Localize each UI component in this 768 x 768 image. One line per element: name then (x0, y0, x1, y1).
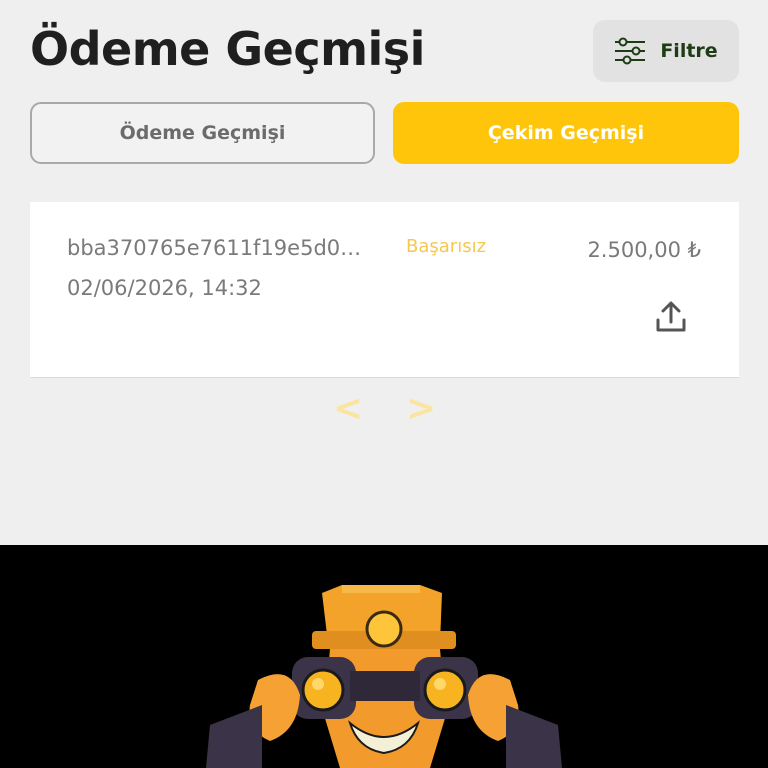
promo-banner (0, 545, 768, 768)
filter-label: Filtre (660, 40, 718, 62)
filter-sliders-icon (615, 37, 646, 65)
mascot-with-binoculars-image (206, 585, 562, 768)
pagination-prev-button[interactable]: < (333, 388, 363, 429)
pagination-next-button[interactable]: > (406, 388, 436, 429)
page-title: Ödeme Geçmişi (30, 22, 425, 76)
tab-cekim-gecmisi[interactable]: Çekim Geçmişi (393, 102, 739, 164)
transaction-card: bba370765e7611f19e5d0… 02/06/2026, 14:32… (30, 202, 739, 378)
filter-button[interactable]: Filtre (593, 20, 739, 82)
share-upload-icon[interactable] (654, 300, 688, 334)
status-badge: Başarısız (406, 236, 487, 257)
transaction-id: bba370765e7611f19e5d0… (67, 236, 362, 260)
transaction-amount: 2.500,00 ₺ (587, 238, 701, 262)
transaction-date: 02/06/2026, 14:32 (67, 276, 262, 300)
tab-odeme-gecmisi[interactable]: Ödeme Geçmişi (30, 102, 375, 164)
